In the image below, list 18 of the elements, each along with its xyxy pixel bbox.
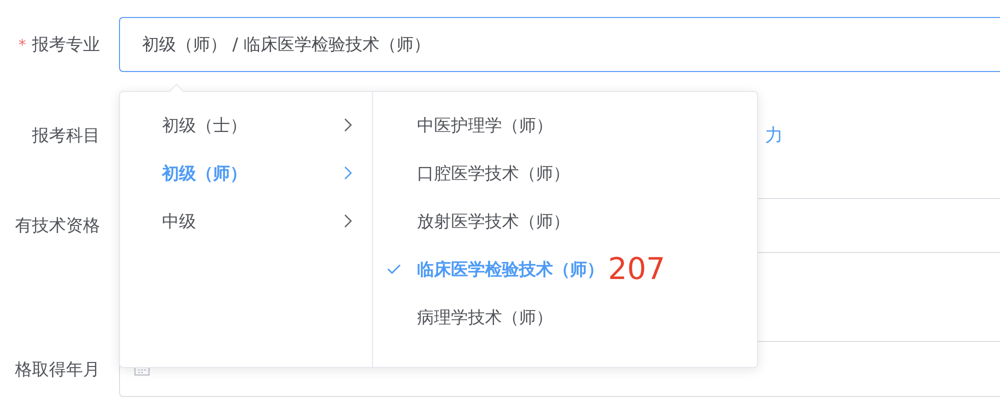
chevron-right-icon [344, 166, 352, 180]
field-label: 有技术资格 [15, 215, 100, 237]
annotation-number: 207 [608, 252, 666, 286]
cascader-option[interactable]: 口腔医学技术（师） [373, 149, 757, 197]
cascader-option[interactable]: 病理学技术（师） [373, 293, 757, 341]
field-label: 报考科目 [32, 124, 100, 146]
cascader-option[interactable]: 中医护理学（师） [373, 101, 757, 149]
cascader-option[interactable]: 中级 [120, 197, 372, 245]
field-label: 格取得年月 [15, 359, 100, 381]
field-label: 报考专业 [32, 34, 100, 56]
select-field[interactable]: 初级（师） / 临床医学检验技术（师） [119, 17, 1000, 72]
cascader-option[interactable]: 临床医学检验技术（师）207 [373, 245, 757, 293]
chevron-right-icon [344, 118, 352, 132]
cascader-option[interactable]: 放射医学技术（师） [373, 197, 757, 245]
chevron-right-icon [344, 214, 352, 228]
required-mark: * [18, 36, 26, 54]
check-icon [387, 264, 401, 274]
cascader-option[interactable]: 初级（士） [120, 101, 372, 149]
